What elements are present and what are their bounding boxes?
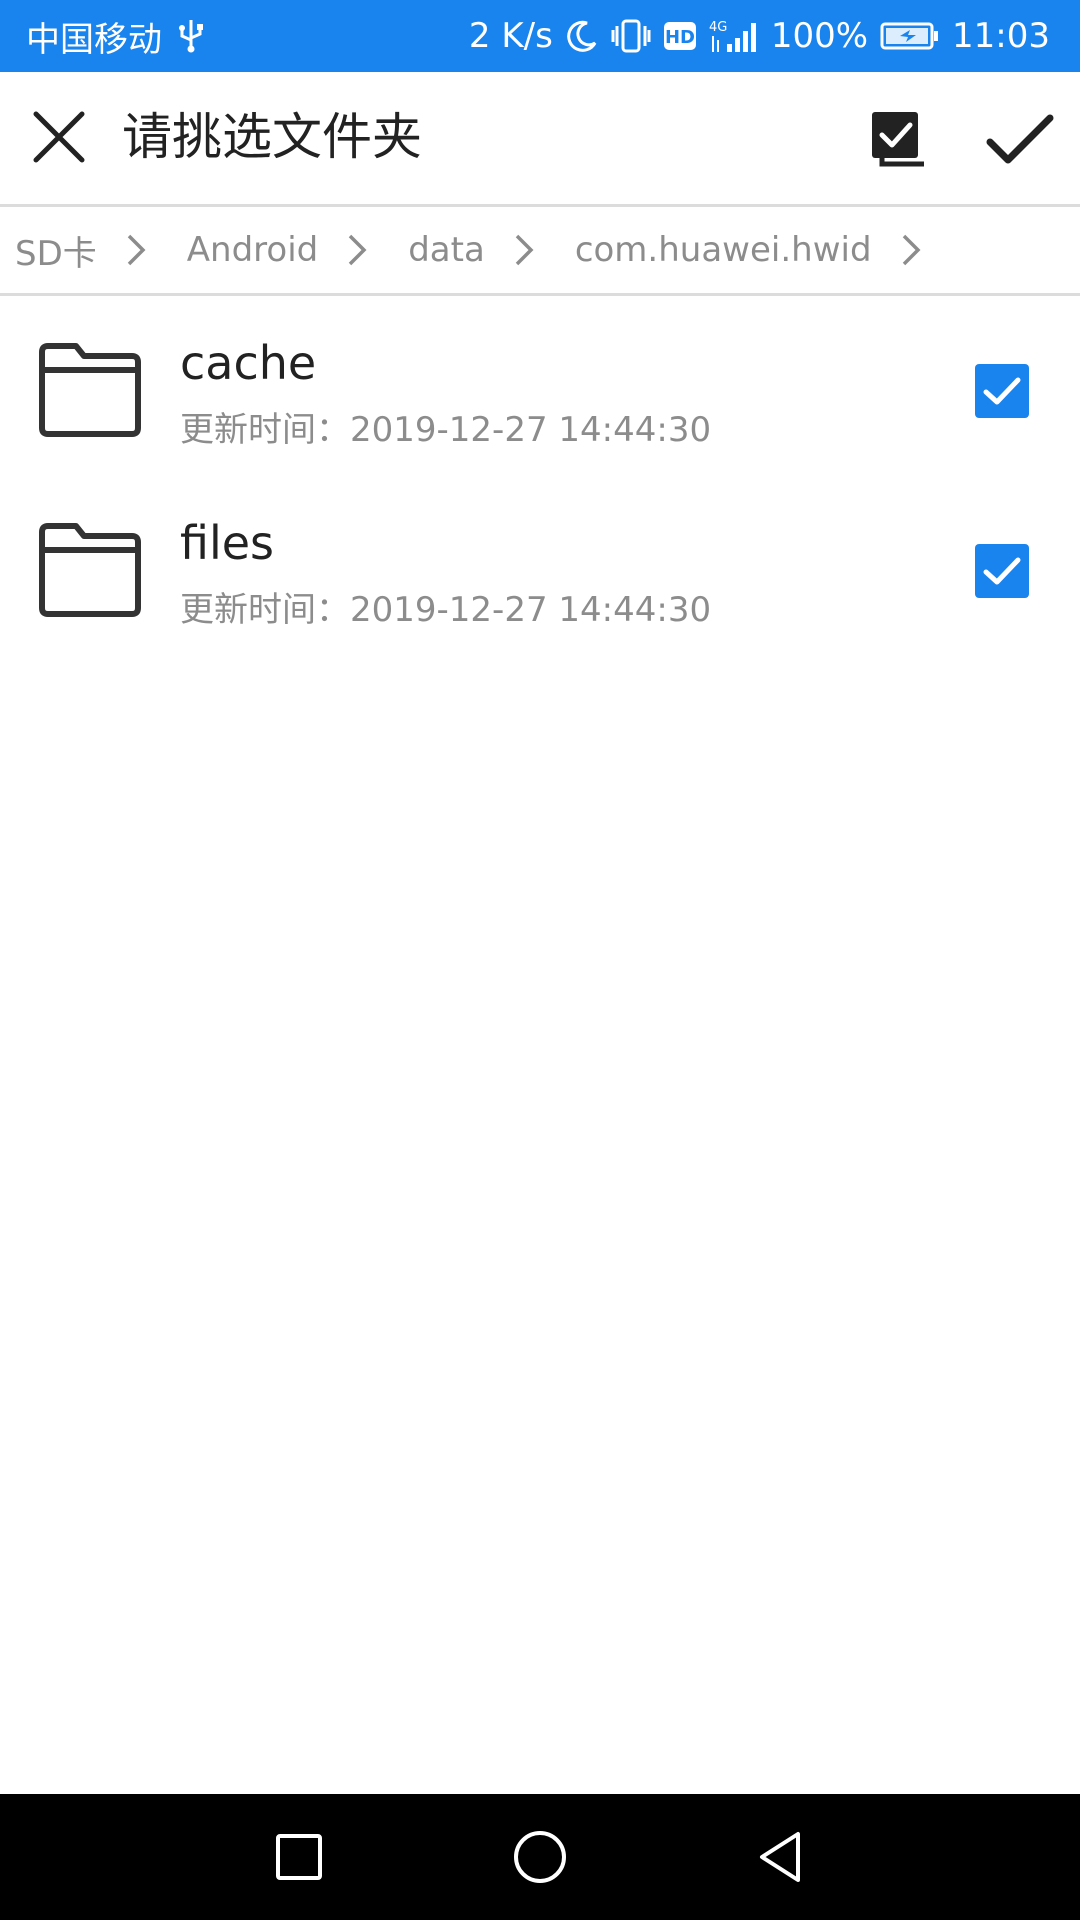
hd-badge-text: HD xyxy=(665,27,695,48)
back-icon xyxy=(760,1832,800,1882)
close-button[interactable] xyxy=(26,104,92,170)
folder-updated-time: 更新时间：2019-12-27 14:44:30 xyxy=(180,590,712,630)
chevron-right-icon xyxy=(344,230,370,270)
confirm-button[interactable] xyxy=(984,110,1056,170)
toolbar: 请挑选文件夹 xyxy=(0,72,1080,204)
confirm-check-icon xyxy=(986,114,1054,164)
checkmark-icon xyxy=(983,377,1021,405)
page-title: 请挑选文件夹 xyxy=(122,108,422,166)
breadcrumb-item-hwid[interactable]: com.huawei.hwid xyxy=(575,230,872,270)
chevron-right-icon xyxy=(511,230,537,270)
breadcrumb-item-sd-card[interactable]: SD卡 xyxy=(15,226,97,275)
breadcrumb-item-data[interactable]: data xyxy=(408,230,485,270)
breadcrumb: SD卡 Android data com.huawei.hwid xyxy=(0,207,1080,293)
network-type: 4G xyxy=(709,20,727,35)
select-all-icon xyxy=(872,112,924,167)
battery-percent: 100% xyxy=(770,16,869,56)
folder-checkbox[interactable] xyxy=(975,544,1029,598)
folder-updated-time: 更新时间：2019-12-27 14:44:30 xyxy=(180,410,712,450)
folder-name: cache xyxy=(180,336,317,390)
chevron-right-icon xyxy=(123,230,149,270)
breadcrumb-item-android[interactable]: Android xyxy=(187,230,318,270)
recent-apps-icon xyxy=(276,1834,322,1880)
checkmark-icon xyxy=(983,557,1021,585)
moon-icon xyxy=(565,19,599,53)
folder-name: files xyxy=(180,516,275,570)
usb-icon xyxy=(178,18,204,54)
home-button[interactable] xyxy=(507,1824,573,1890)
vibrate-icon xyxy=(611,18,651,54)
close-icon xyxy=(33,111,85,163)
recent-apps-button[interactable] xyxy=(266,1824,332,1890)
breadcrumb-divider xyxy=(0,293,1080,296)
select-all-button[interactable] xyxy=(868,108,932,172)
net-speed: 2 K/s xyxy=(468,16,553,56)
navigation-bar xyxy=(0,1794,1080,1920)
folder-list-item[interactable]: cache 更新时间：2019-12-27 14:44:30 xyxy=(0,298,1080,478)
status-bar: 中国移动 2 K/s HD 4G 100% 11:03 xyxy=(0,0,1080,72)
clock: 11:03 xyxy=(952,16,1050,56)
folder-icon xyxy=(36,522,144,618)
home-icon xyxy=(514,1831,566,1883)
folder-icon xyxy=(36,342,144,438)
back-button[interactable] xyxy=(748,1824,814,1890)
folder-list-item[interactable]: files 更新时间：2019-12-27 14:44:30 xyxy=(0,478,1080,658)
carrier-name: 中国移动 xyxy=(26,19,162,60)
hd-icon: HD xyxy=(663,21,697,51)
chevron-right-icon xyxy=(898,230,924,270)
folder-checkbox[interactable] xyxy=(975,364,1029,418)
signal-icon: 4G xyxy=(709,18,759,54)
battery-charging-icon xyxy=(880,21,940,51)
